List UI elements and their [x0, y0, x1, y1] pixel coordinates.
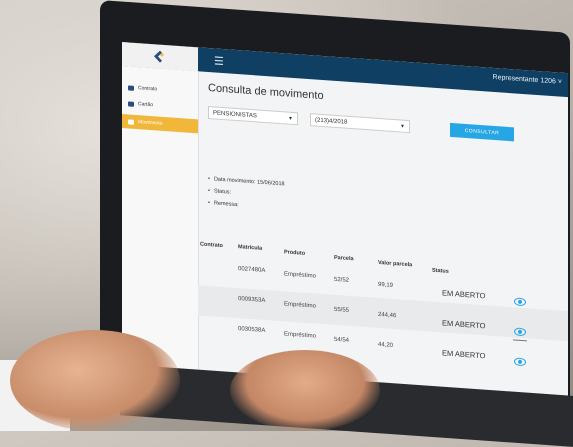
eye-icon[interactable] — [514, 297, 526, 307]
cell-valor: 44,20 — [378, 341, 394, 349]
cell-status: EM ABERTO — [442, 318, 486, 331]
select-value: (213)4/2018 — [315, 117, 348, 126]
info-text: Data movimento: 15/06/2018 — [213, 176, 285, 188]
card-icon — [128, 100, 134, 107]
cell-status: EM ABERTO — [442, 348, 486, 361]
page-title: Consulta de movimento — [208, 82, 324, 103]
pensionistas-select[interactable]: PENSIONISTAS ▼ — [208, 106, 298, 126]
consultar-button[interactable]: CONSULTAR — [450, 122, 514, 142]
cell-matricula: 0009353A — [238, 296, 266, 305]
column-header-valor-parcela: Valor parcela — [378, 259, 413, 269]
info-text: Status: — [213, 188, 232, 196]
list-icon — [128, 118, 134, 125]
cell-produto: Empréstimo — [284, 331, 317, 340]
cell-valor: 99,19 — [378, 281, 394, 289]
column-header-parcela: Parcela — [334, 254, 354, 263]
cell-parcela: 54/54 — [334, 336, 350, 344]
sidebar-item-label: Cartão — [138, 101, 154, 109]
cell-matricula: 0027480A — [238, 266, 266, 275]
eye-icon[interactable] — [514, 357, 526, 367]
period-select[interactable]: (213)4/2018 ▼ — [310, 113, 410, 134]
sidebar-item-label: Contrato — [138, 85, 158, 93]
cell-produto: Empréstimo — [284, 271, 317, 280]
left-hand — [10, 330, 180, 431]
info-status: • Status: — [208, 188, 232, 196]
cell-matricula: 0030538A — [238, 326, 266, 335]
brand-logo-icon — [154, 50, 164, 63]
column-header-matricula: Matrícula — [238, 244, 263, 252]
chevron-down-icon: ▼ — [288, 115, 293, 122]
eye-icon[interactable] — [514, 327, 526, 337]
sidebar-item-cartao[interactable]: Cartão — [122, 96, 198, 115]
chevron-down-icon: ▼ — [400, 123, 405, 130]
cell-produto: Empréstimo — [284, 301, 317, 310]
sidebar-item-label: Movimento — [138, 119, 163, 127]
column-header-produto: Produto — [284, 249, 306, 257]
cell-valor: 244,46 — [378, 311, 397, 320]
info-data-movimento: • Data movimento: 15/06/2018 — [208, 176, 285, 188]
cell-parcela: 55/55 — [334, 306, 350, 314]
info-text: Remessa: — [213, 200, 239, 209]
document-icon — [128, 84, 134, 91]
hamburger-menu-icon[interactable]: ☰ — [214, 54, 224, 68]
info-remessa: • Remessa: — [208, 200, 239, 209]
sidebar-item-movimento[interactable]: Movimento — [122, 114, 198, 134]
right-hand — [230, 350, 380, 431]
cell-parcela: 52/52 — [334, 276, 350, 284]
column-header-contrato: Contrato — [200, 241, 223, 250]
select-value: PENSIONISTAS — [213, 110, 257, 120]
cell-status: EM ABERTO — [442, 288, 486, 301]
user-menu[interactable]: Representante 1206 ˅ — [493, 74, 562, 86]
